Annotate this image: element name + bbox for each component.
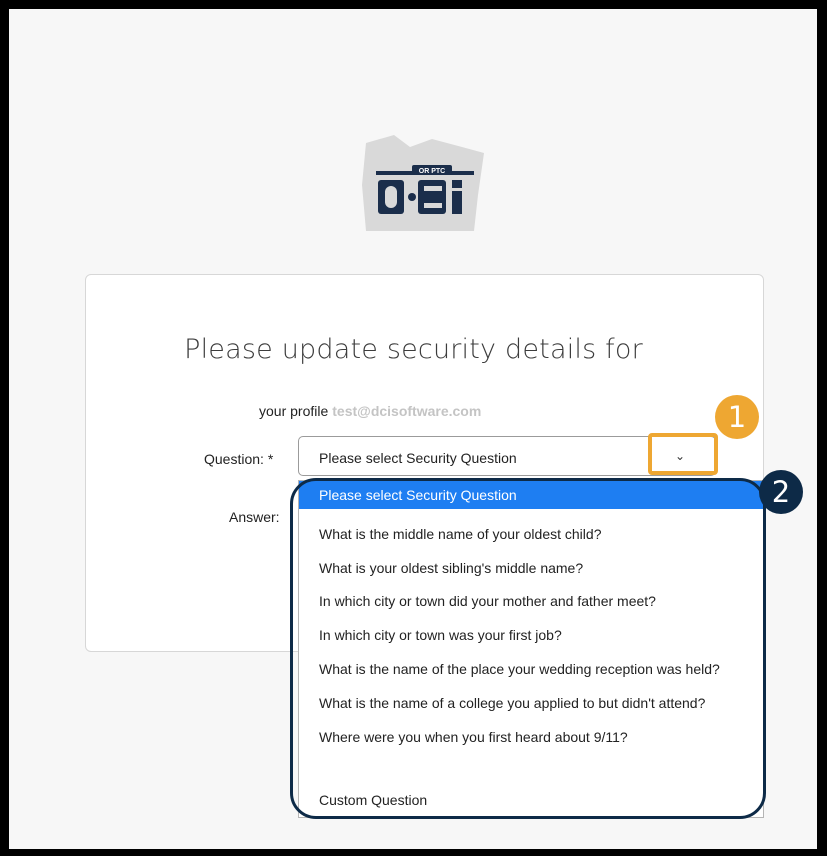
- svg-text:OR PTC: OR PTC: [419, 168, 445, 175]
- dropdown-option[interactable]: In which city or town did your mother an…: [299, 584, 763, 618]
- dropdown-option[interactable]: What is the name of the place your weddi…: [299, 652, 763, 686]
- callout-badge-1: 1: [715, 395, 759, 439]
- dropdown-option[interactable]: What is the name of a college you applie…: [299, 686, 763, 720]
- question-dropdown-list: Please select Security Question What is …: [298, 480, 764, 818]
- dropdown-option[interactable]: Where were you when you first heard abou…: [299, 720, 763, 754]
- dropdown-option[interactable]: Please select Security Question: [299, 481, 763, 509]
- answer-label: Answer:: [229, 509, 280, 525]
- dropdown-option[interactable]: Custom Question: [299, 783, 763, 817]
- callout-badge-2: 2: [759, 470, 803, 514]
- dropdown-option[interactable]: What is your oldest sibling's middle nam…: [299, 551, 763, 585]
- dropdown-option[interactable]: What is the middle name of your oldest c…: [299, 517, 763, 551]
- callout-1-highlight: [648, 433, 718, 475]
- dropdown-option[interactable]: In which city or town was your first job…: [299, 618, 763, 652]
- question-label: Question: *: [204, 451, 274, 467]
- or-ptc-dci-logo: OR PTC: [358, 125, 488, 235]
- profile-label: your profile: [259, 403, 329, 419]
- selected-question: Please select Security Question: [319, 450, 517, 466]
- profile-line: your profile test@dcisoftware.com: [259, 403, 481, 419]
- profile-email: test@dcisoftware.com: [332, 403, 482, 419]
- page-title: Please update security details for: [184, 334, 643, 365]
